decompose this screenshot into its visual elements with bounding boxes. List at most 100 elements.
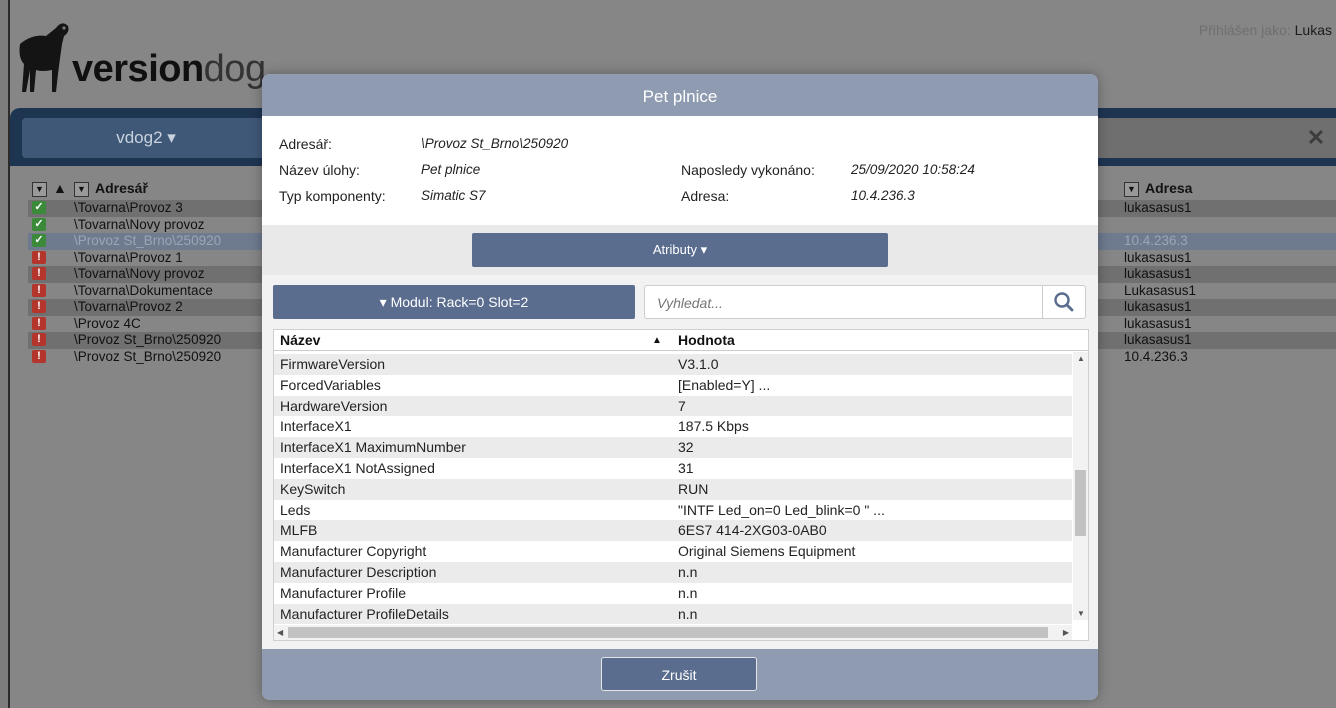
row-directory: \Provoz St_Brno\250920 <box>74 332 222 347</box>
grid-header: Název ▲ Hodnota <box>274 330 1088 351</box>
last-run-value: 25/09/2020 10:58:24 <box>851 162 975 177</box>
row-address: lukasasus1 <box>1124 299 1192 314</box>
success-icon: ✓ <box>32 234 46 247</box>
attributes-band: Atributy ▾ <box>262 225 1098 275</box>
cancel-button[interactable]: Zrušit <box>601 657 757 691</box>
attributes-dropdown[interactable]: Atributy ▾ <box>472 233 888 267</box>
attribute-name: InterfaceX1 <box>280 418 352 435</box>
grid-row[interactable]: ForcedVariables [Enabled=Y] ... <box>274 375 1072 396</box>
logged-in-user: Přihlášen jako: Lukas <box>1198 22 1332 38</box>
grid-row[interactable]: HardwareVersion 7 <box>274 395 1072 417</box>
column-directory[interactable]: ▼ Adresář <box>74 180 148 197</box>
dialog-title: Pet plnice <box>262 74 1098 116</box>
type-label: Typ komponenty: <box>279 188 386 204</box>
row-address: 10.4.236.3 <box>1124 233 1188 248</box>
attribute-name: Manufacturer Profile <box>280 584 407 601</box>
attribute-value: 31 <box>678 459 694 476</box>
row-directory: \Tovarna\Novy provoz <box>74 266 205 281</box>
attribute-value: RUN <box>678 480 709 497</box>
grid-row[interactable]: Manufacturer Profile n.n <box>274 583 1072 604</box>
attribute-name: InterfaceX1 NotAssigned <box>280 459 435 476</box>
grid-controls: ▾ Modul: Rack=0 Slot=2 <box>262 275 1098 327</box>
attribute-name: Manufacturer Copyright <box>280 543 427 560</box>
error-icon: ! <box>32 333 46 346</box>
grid-row[interactable]: Leds "INTF Led_on=0 Led_blink=0 " ... <box>274 500 1072 521</box>
success-icon: ✓ <box>32 201 46 214</box>
row-directory: \Tovarna\Dokumentace <box>74 282 213 298</box>
dir-label: Adresář: <box>279 136 332 152</box>
search-input[interactable] <box>655 294 1039 312</box>
scroll-thumb-horizontal[interactable] <box>288 627 1048 638</box>
row-address: lukasasus1 <box>1124 200 1192 215</box>
vertical-scrollbar[interactable]: ▲ ▼ <box>1073 352 1088 620</box>
attribute-value: V3.1.0 <box>678 356 719 372</box>
attributes-grid: Název ▲ Hodnota FirmwareVersion V3.1.0 For… <box>273 329 1089 641</box>
column-value[interactable]: Hodnota <box>678 332 735 348</box>
scroll-up-icon[interactable]: ▲ <box>1077 354 1085 363</box>
attribute-value: 6ES7 414-2XG03-0AB0 <box>678 522 827 539</box>
grid-row[interactable]: KeySwitch RUN <box>274 478 1072 500</box>
error-icon: ! <box>32 349 46 363</box>
project-dropdown[interactable]: vdog2 ▾ <box>22 118 270 158</box>
module-dropdown[interactable]: ▾ Modul: Rack=0 Slot=2 <box>273 285 635 319</box>
attribute-value: n.n <box>678 563 698 580</box>
attribute-value: n.n <box>678 605 698 622</box>
task-label: Název úlohy: <box>279 162 360 178</box>
address-value: 10.4.236.3 <box>851 188 915 203</box>
row-directory: \Tovarna\Provoz 2 <box>74 299 183 314</box>
task-detail-dialog: Pet plnice Adresář: \Provoz St_Brno\2509… <box>262 74 1098 700</box>
horizontal-scrollbar[interactable]: ◀ ▶ <box>274 625 1072 640</box>
grid-body: FirmwareVersion V3.1.0 ForcedVariables [Ena… <box>274 354 1072 625</box>
row-address: 10.4.236.3 <box>1124 348 1188 364</box>
attribute-value: Original Siemens Equipment <box>678 543 856 560</box>
attribute-value: n.n <box>678 584 698 601</box>
filter-icon[interactable]: ▼ ▲ <box>32 180 67 197</box>
filter-icon[interactable]: ▼ <box>74 181 89 197</box>
grid-row[interactable]: MLFB 6ES7 414-2XG03-0AB0 <box>274 520 1072 542</box>
attribute-name: MLFB <box>280 522 318 539</box>
grid-row[interactable]: Manufacturer Description n.n <box>274 561 1072 583</box>
attribute-value: "INTF Led_on=0 Led_blink=0 " ... <box>678 501 885 518</box>
dir-value: \Provoz St_Brno\250920 <box>421 136 569 151</box>
error-icon: ! <box>32 300 46 313</box>
dialog-footer: Zrušit <box>262 649 1098 700</box>
attribute-name: Leds <box>280 501 311 518</box>
scroll-down-icon[interactable]: ▼ <box>1077 609 1085 618</box>
grid-row[interactable]: Manufacturer Copyright Original Siemens E… <box>274 541 1072 562</box>
filter-icon[interactable]: ▼ <box>1124 181 1139 197</box>
attribute-value: [Enabled=Y] ... <box>678 376 771 393</box>
grid-row[interactable]: InterfaceX1 NotAssigned 31 <box>274 458 1072 479</box>
row-directory: \Tovarna\Novy provoz <box>74 216 205 232</box>
task-info: Adresář: \Provoz St_Brno\250920 Název úl… <box>262 116 1098 225</box>
row-directory: \Provoz St_Brno\250920 <box>74 233 222 248</box>
column-name[interactable]: Název <box>280 332 320 348</box>
search-button[interactable] <box>1042 286 1085 318</box>
error-icon: ! <box>32 267 46 280</box>
row-directory: \Provoz St_Brno\250920 <box>74 348 222 364</box>
row-directory: \Tovarna\Provoz 3 <box>74 200 183 215</box>
address-label: Adresa: <box>681 188 730 204</box>
attribute-name: InterfaceX1 MaximumNumber <box>280 439 466 456</box>
close-icon[interactable]: ✕ <box>1296 118 1336 158</box>
attribute-value: 187.5 Kbps <box>678 418 749 435</box>
grid-row[interactable]: Manufacturer ProfileDetails n.n <box>274 603 1072 625</box>
scroll-right-icon[interactable]: ▶ <box>1063 628 1069 637</box>
column-address[interactable]: ▼ Adresa <box>1124 180 1192 197</box>
attribute-value: 32 <box>678 439 694 456</box>
scroll-left-icon[interactable]: ◀ <box>277 628 283 637</box>
grid-row[interactable]: FirmwareVersion V3.1.0 <box>274 354 1072 375</box>
grid-row[interactable]: InterfaceX1 187.5 Kbps <box>274 416 1072 437</box>
sort-asc-icon[interactable]: ▲ <box>652 335 662 346</box>
attribute-name: Manufacturer Description <box>280 563 437 580</box>
row-address: lukasasus1 <box>1124 249 1192 265</box>
attribute-name: HardwareVersion <box>280 397 388 414</box>
attribute-name: FirmwareVersion <box>280 356 386 372</box>
row-address: lukasasus1 <box>1124 332 1192 347</box>
scroll-thumb[interactable] <box>1075 470 1086 536</box>
last-run-label: Naposledy vykonáno: <box>681 162 815 178</box>
search-box <box>644 285 1086 319</box>
task-value: Pet plnice <box>421 162 481 177</box>
dog-logo-icon <box>19 23 69 92</box>
grid-row[interactable]: InterfaceX1 MaximumNumber 32 <box>274 437 1072 458</box>
error-icon: ! <box>32 250 46 264</box>
